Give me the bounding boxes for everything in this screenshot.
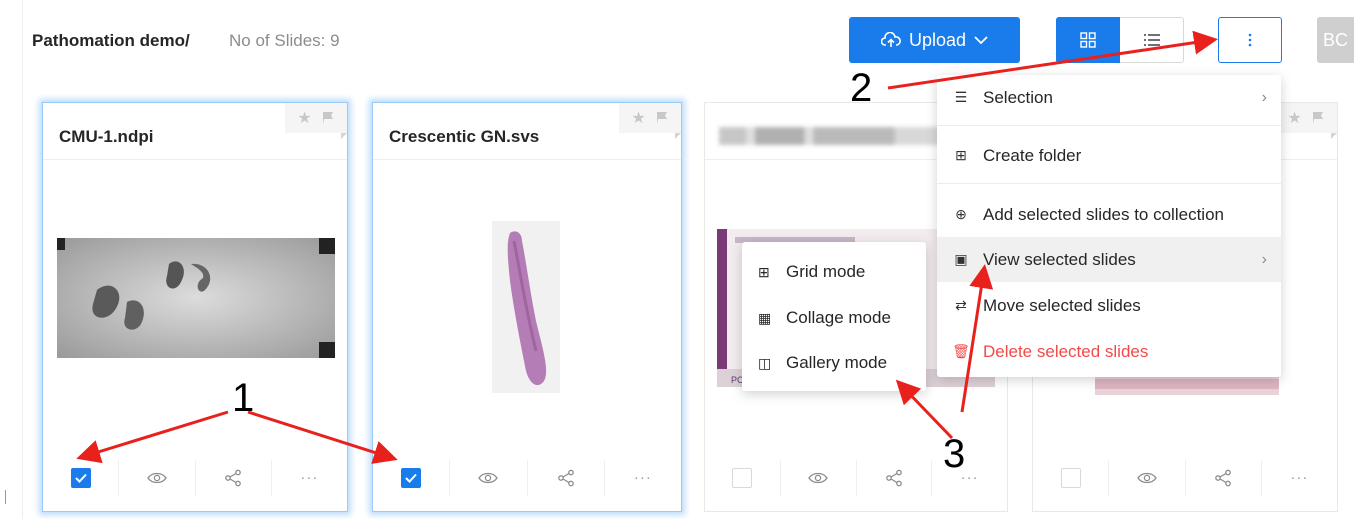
slide-title[interactable]: CMU-1.ndpi — [59, 127, 153, 147]
card-more-button[interactable]: ··· — [1290, 469, 1308, 486]
eye-icon[interactable] — [147, 471, 167, 485]
card-footer: ··· — [373, 444, 681, 511]
folder-plus-icon: ⊞ — [955, 147, 967, 163]
submenu-item-gallery[interactable]: ◫ Gallery mode — [758, 348, 887, 378]
card-corner-actions: ★ — [285, 103, 347, 139]
menu-divider — [937, 183, 1281, 184]
share-icon[interactable] — [224, 469, 242, 487]
move-icon: ⇄ — [955, 297, 967, 313]
slide-checkbox[interactable] — [70, 467, 91, 488]
breadcrumb-folder[interactable]: Pathomation demo/ — [32, 31, 190, 51]
share-icon[interactable] — [557, 469, 575, 487]
slide-checkbox[interactable] — [401, 467, 422, 488]
eye-icon[interactable] — [478, 471, 499, 485]
annotation-number-1: 1 — [232, 376, 255, 420]
menu-item-label: Delete selected slides — [983, 341, 1149, 361]
menu-item-label: View selected slides — [983, 249, 1136, 269]
more-options-button[interactable] — [1218, 17, 1282, 63]
star-icon[interactable]: ★ — [1287, 108, 1301, 128]
card-more-button[interactable]: ··· — [634, 469, 652, 486]
view-mode-submenu: ⊞ Grid mode ▦ Collage mode ◫ Gallery mod… — [742, 242, 926, 391]
slide-count: No of Slides: 9 — [229, 31, 340, 50]
left-divider — [22, 0, 23, 519]
card-divider — [373, 159, 681, 160]
menu-item-add-to-collection[interactable]: ⊕ Add selected slides to collection — [937, 192, 1281, 237]
card-corner-actions: ★ — [619, 103, 681, 139]
trash-icon: 🗑 — [952, 343, 970, 359]
list-icon — [1143, 34, 1160, 46]
chevron-right-icon: › — [1261, 250, 1267, 268]
slide-card[interactable]: ★ Crescentic GN.svs ··· — [372, 102, 682, 512]
star-icon[interactable]: ★ — [631, 108, 645, 128]
user-avatar[interactable]: BC — [1317, 17, 1354, 63]
share-icon[interactable] — [1214, 469, 1232, 487]
flag-icon[interactable] — [322, 111, 335, 125]
scroll-marker — [5, 490, 6, 504]
annotation-number-2: 2 — [850, 66, 873, 110]
folder-view-icon: ▣ — [954, 251, 968, 267]
submenu-item-label: Collage mode — [786, 308, 891, 327]
annotation-number-3: 3 — [943, 432, 966, 476]
slide-title-blurred[interactable] — [719, 127, 944, 145]
chevron-down-icon — [974, 35, 988, 44]
slide-checkbox[interactable] — [732, 467, 753, 488]
eye-icon[interactable] — [1137, 471, 1157, 485]
grid-view-toggle[interactable] — [1056, 17, 1120, 63]
menu-item-view-selected[interactable]: ▣ View selected slides › — [937, 237, 1281, 282]
submenu-item-grid[interactable]: ⊞ Grid mode — [758, 257, 865, 287]
card-more-button[interactable]: ··· — [300, 469, 318, 486]
card-footer: ··· — [43, 444, 347, 511]
star-icon[interactable]: ★ — [297, 108, 311, 128]
check-icon — [74, 473, 87, 483]
menu-item-label: Add selected slides to collection — [983, 204, 1224, 224]
slide-thumbnail[interactable] — [492, 221, 560, 393]
list-icon: ☰ — [954, 89, 968, 105]
menu-item-create-folder[interactable]: ⊞ Create folder — [937, 133, 1281, 178]
chevron-right-icon: › — [1261, 88, 1267, 106]
menu-item-delete-selected[interactable]: 🗑 Delete selected slides — [937, 329, 1281, 374]
cloud-upload-icon — [880, 32, 901, 47]
collection-icon: ⊕ — [955, 206, 967, 222]
grid-icon — [1080, 32, 1096, 48]
card-footer: ··· — [1033, 444, 1337, 511]
check-icon — [405, 473, 417, 483]
slide-card[interactable]: ★ CMU-1.ndpi ··· — [42, 102, 348, 512]
table-icon: ▦ — [758, 309, 772, 326]
menu-item-label: Selection — [983, 87, 1053, 107]
submenu-item-collage[interactable]: ▦ Collage mode — [758, 303, 891, 333]
flag-icon[interactable] — [656, 111, 669, 125]
slide-checkbox[interactable] — [1060, 467, 1081, 488]
list-view-toggle[interactable] — [1120, 17, 1184, 63]
more-vertical-icon — [1248, 33, 1252, 47]
share-icon[interactable] — [885, 469, 903, 487]
slide-thumbnail[interactable] — [57, 238, 335, 358]
submenu-item-label: Gallery mode — [786, 353, 888, 372]
grid-icon: ⊞ — [758, 263, 770, 280]
submenu-item-label: Grid mode — [786, 262, 866, 281]
upload-button[interactable]: Upload — [849, 17, 1020, 63]
slide-title[interactable]: Crescentic GN.svs — [389, 127, 539, 147]
eye-icon[interactable] — [808, 471, 828, 485]
gallery-icon: ◫ — [758, 354, 772, 371]
upload-label: Upload — [908, 29, 967, 50]
menu-divider — [937, 125, 1281, 126]
flag-icon[interactable] — [1312, 111, 1325, 125]
card-corner-actions: ★ — [1275, 103, 1337, 139]
menu-item-move-selected[interactable]: ⇄ Move selected slides — [937, 283, 1281, 328]
menu-item-label: Create folder — [983, 145, 1082, 165]
menu-item-selection[interactable]: ☰ Selection › — [937, 75, 1281, 120]
card-divider — [43, 159, 347, 160]
more-options-menu: ☰ Selection › ⊞ Create folder ⊕ Add sele… — [937, 75, 1281, 377]
menu-item-label: Move selected slides — [983, 295, 1141, 315]
